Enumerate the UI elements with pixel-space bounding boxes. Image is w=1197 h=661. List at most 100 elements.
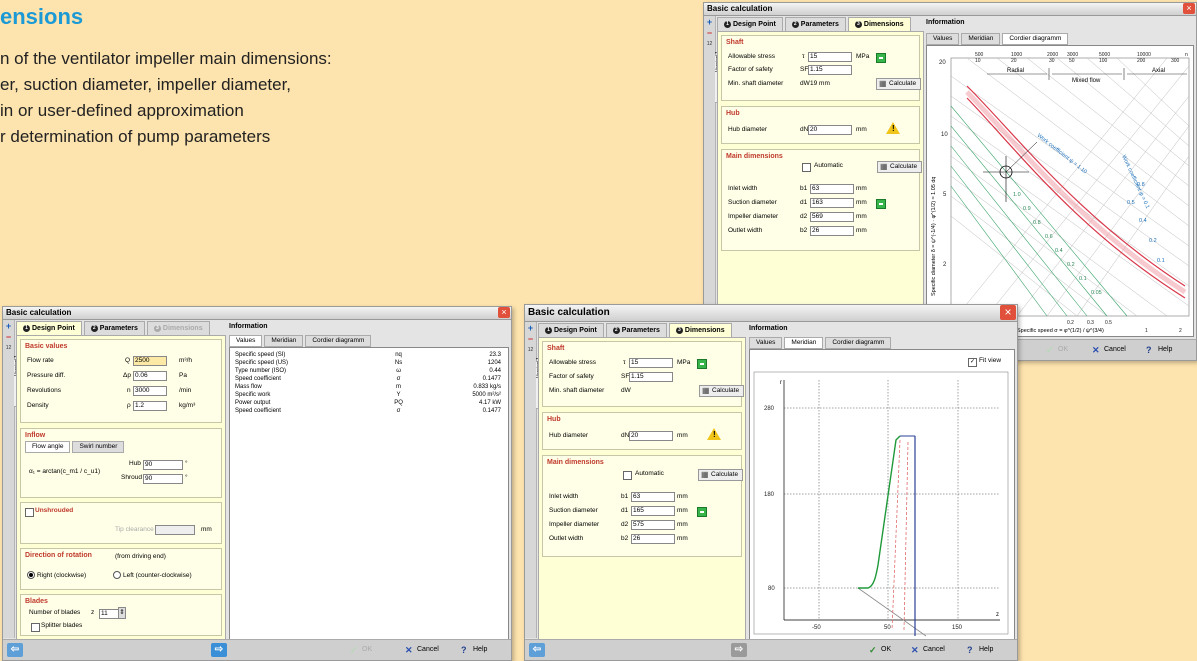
tab-parameters[interactable]: 2 Parameters: [784, 17, 846, 31]
tab-meridian[interactable]: Meridian: [264, 335, 304, 347]
ok-button[interactable]: ✓ OK: [348, 644, 376, 656]
help-button[interactable]: ? Help: [1144, 344, 1176, 356]
svg-text:50: 50: [1069, 58, 1075, 64]
tab-values[interactable]: Values: [749, 337, 783, 349]
help-button[interactable]: ? Help: [459, 644, 491, 656]
tab-meridian[interactable]: Meridian: [784, 337, 824, 349]
radio-right[interactable]: Right (clockwise): [27, 571, 86, 581]
apply-icon[interactable]: [697, 359, 707, 369]
tip-clearance-input[interactable]: [155, 525, 195, 535]
calculate-button[interactable]: Calculate: [698, 469, 744, 481]
pressure-diff-input[interactable]: 0.06: [133, 371, 167, 381]
tab-design-point[interactable]: 1 Design Point: [717, 17, 783, 31]
splitter-checkbox[interactable]: [31, 623, 40, 632]
close-button[interactable]: ×: [1183, 3, 1195, 14]
unit: MPa: [856, 53, 870, 60]
symbol: d2: [621, 521, 629, 528]
tab-design-point[interactable]: 1 Design Point: [16, 321, 82, 335]
hub-angle-input[interactable]: 90: [143, 460, 183, 470]
flow-rate-input[interactable]: 2500: [133, 356, 167, 366]
add-icon[interactable]: +: [705, 18, 714, 27]
calculate-button[interactable]: Calculate: [876, 78, 922, 90]
svg-text:0.8: 0.8: [1137, 182, 1145, 188]
tab-values[interactable]: Values: [926, 33, 960, 45]
remove-icon[interactable]: −: [705, 29, 714, 38]
remove-icon[interactable]: −: [4, 333, 13, 342]
unshrouded-checkbox[interactable]: [25, 508, 34, 517]
inlet-width-input[interactable]: 63: [810, 184, 854, 194]
automatic-checkbox[interactable]: [802, 163, 811, 172]
unit: mm: [677, 521, 688, 528]
svg-text:2: 2: [1179, 328, 1182, 334]
apply-icon[interactable]: [876, 53, 886, 63]
suction-diameter-input[interactable]: 163: [810, 198, 854, 208]
tab-dimensions[interactable]: 3 Dimensions: [146, 321, 210, 335]
suction-diameter-input[interactable]: 165: [631, 506, 675, 516]
apply-icon[interactable]: [876, 199, 886, 209]
tab-cordier[interactable]: Cordier diagramm: [1002, 33, 1069, 45]
add-icon[interactable]: +: [4, 322, 13, 331]
tab-dimensions[interactable]: 3 Dimensions: [668, 323, 732, 337]
outlet-width-input[interactable]: 26: [631, 534, 675, 544]
revolutions-input[interactable]: 3000: [133, 386, 167, 396]
hub-diameter-input[interactable]: 20: [629, 431, 673, 441]
info-title: Information: [229, 323, 268, 330]
svg-text:0.2: 0.2: [1067, 262, 1075, 268]
close-button[interactable]: ×: [498, 307, 510, 318]
tab-meridian[interactable]: Meridian: [961, 33, 1001, 45]
previous-button[interactable]: ⇦: [529, 643, 545, 657]
main-dimensions-section: Main dimensions Automatic Calculate Inle…: [721, 149, 923, 251]
outlet-width-input[interactable]: 26: [810, 226, 854, 236]
tab-swirl-number[interactable]: Swirl number: [72, 441, 125, 453]
previous-button[interactable]: ⇦: [7, 643, 23, 657]
allowable-stress-input[interactable]: 15: [808, 52, 852, 62]
page-heading: ensions: [0, 4, 84, 29]
remove-icon[interactable]: −: [526, 335, 535, 344]
svg-text:10: 10: [941, 132, 948, 138]
shroud-angle-input[interactable]: 90: [143, 474, 183, 484]
cancel-button[interactable]: ✕ Cancel: [909, 644, 949, 656]
radio-left[interactable]: Left (counter-clockwise): [113, 571, 192, 581]
cancel-button[interactable]: ✕ Cancel: [403, 644, 443, 656]
calculate-button[interactable]: Calculate: [699, 385, 745, 397]
tab-cordier[interactable]: Cordier diagramm: [825, 337, 892, 349]
safety-factor-input[interactable]: 1.15: [808, 65, 852, 75]
allowable-stress-input[interactable]: 15: [629, 358, 673, 368]
stepper-icon[interactable]: ⇕: [118, 607, 126, 619]
svg-text:10: 10: [975, 58, 981, 64]
help-button[interactable]: ? Help: [965, 644, 997, 656]
design-point-panel: Basic values Flow rate Q 2500 m³/h Press…: [16, 335, 226, 640]
value-amount: 0.44: [489, 368, 501, 374]
next-button[interactable]: ⇨: [731, 643, 747, 657]
add-icon[interactable]: +: [526, 324, 535, 333]
tab-design-point[interactable]: 1 Design Point: [538, 323, 604, 337]
tab-bar: 1 Design Point 2 Parameters 3 Dimensions: [538, 323, 732, 337]
next-button[interactable]: ⇨: [211, 643, 227, 657]
tab-parameters[interactable]: 2 Parameters: [83, 321, 145, 335]
label: Revolutions: [27, 387, 61, 394]
ok-button[interactable]: ✓ OK: [867, 644, 895, 656]
tab-dimensions[interactable]: 3 Dimensions: [847, 17, 911, 31]
ok-button[interactable]: ✓ OK: [1044, 344, 1072, 356]
close-button[interactable]: ×: [1000, 305, 1016, 320]
blade-count-input[interactable]: 11: [99, 609, 119, 619]
impeller-diameter-input[interactable]: 575: [631, 520, 675, 530]
impeller-diameter-input[interactable]: 569: [810, 212, 854, 222]
table-row: Power output PQ 4.17 kW: [232, 399, 504, 407]
label: Density: [27, 402, 49, 409]
tab-flow-angle[interactable]: Flow angle: [25, 441, 71, 453]
tab-cordier[interactable]: Cordier diagramm: [305, 335, 372, 347]
dimensions-panel: Shaft Allowable stress τ 15 MPa Factor o…: [717, 31, 924, 338]
apply-icon[interactable]: [697, 507, 707, 517]
tab-parameters[interactable]: 2 Parameters: [605, 323, 667, 337]
inlet-width-input[interactable]: 63: [631, 492, 675, 502]
calculate-button[interactable]: Calculate: [877, 161, 923, 173]
automatic-checkbox[interactable]: [623, 471, 632, 480]
tab-values[interactable]: Values: [229, 335, 263, 347]
window-title: Basic calculation: [3, 307, 511, 320]
hub-diameter-input[interactable]: 20: [808, 125, 852, 135]
safety-factor-input[interactable]: 1.15: [629, 372, 673, 382]
info-tabs: Values Meridian Cordier diagramm: [749, 337, 892, 349]
cancel-button[interactable]: ✕ Cancel: [1090, 344, 1130, 356]
density-input[interactable]: 1.2: [133, 401, 167, 411]
